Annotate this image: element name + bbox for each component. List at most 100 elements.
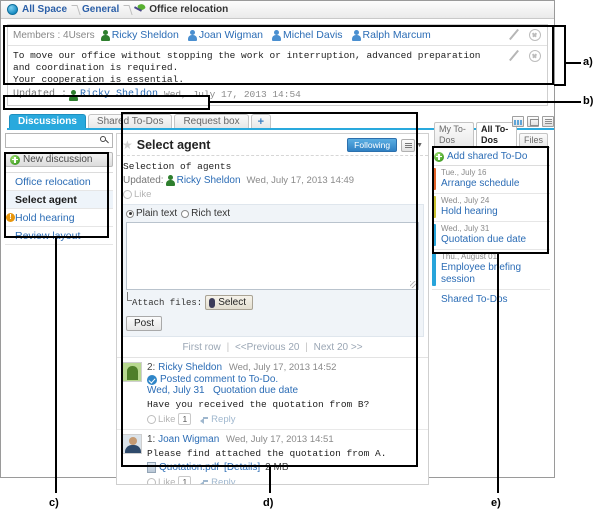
- tab-shared-todos[interactable]: Shared To-Dos: [87, 114, 173, 128]
- search-box[interactable]: [5, 133, 113, 148]
- comment-body: 1: Joan Wigman Wed, July 17, 2013 14:51 …: [147, 434, 423, 485]
- comment-reply-link[interactable]: Reply: [200, 477, 235, 484]
- space-info-box: Members : 4Users Ricky Sheldon Joan Wigm…: [7, 24, 548, 106]
- close-circle-icon[interactable]: [529, 29, 541, 41]
- user-icon: [69, 89, 79, 101]
- reply-arrow-icon: [200, 478, 209, 484]
- discussion-label: Select agent: [15, 193, 77, 206]
- breadcrumb: All Space General Office relocation: [1, 1, 554, 19]
- comment-like-label[interactable]: Like: [158, 477, 175, 485]
- discussion-item-office-relocation[interactable]: Office relocation: [5, 173, 113, 191]
- todo-item[interactable]: Thu., August 01 Employee briefing sessio…: [432, 250, 550, 290]
- discussion-item-hold-hearing[interactable]: ! Hold hearing: [5, 209, 113, 227]
- clip-icon: [209, 297, 216, 308]
- following-button[interactable]: Following: [347, 138, 398, 152]
- description-row: To move our office without stopping the …: [8, 45, 547, 105]
- comment-message: Have you received the quotation from B?: [147, 399, 370, 410]
- thread-updated-label: Updated:: [123, 175, 164, 186]
- new-discussion-button[interactable]: New discussion: [5, 152, 113, 167]
- radio-plain-label: Plain text: [136, 208, 178, 219]
- pin-icon: [134, 4, 146, 15]
- pager-previous[interactable]: <<Previous 20: [235, 342, 300, 353]
- comment-author[interactable]: Ricky Sheldon: [158, 362, 222, 373]
- comment-reply-link[interactable]: Reply: [200, 414, 235, 425]
- pencil-icon[interactable]: [508, 29, 520, 41]
- box-view-icon[interactable]: [527, 116, 539, 127]
- comment-todo-link[interactable]: Wed, July 31 Quotation due date: [147, 385, 423, 396]
- annotation-label-b: b): [583, 95, 594, 107]
- select-file-label: Select: [218, 297, 247, 308]
- discussion-item-select-agent[interactable]: Select agent: [5, 191, 113, 209]
- breadcrumb-office-relocation[interactable]: Office relocation: [132, 4, 233, 15]
- annotation-label-c: c): [49, 497, 59, 509]
- list-menu-icon[interactable]: [401, 138, 416, 152]
- breadcrumb-general[interactable]: General: [80, 4, 124, 15]
- alert-icon: !: [6, 213, 15, 222]
- search-icon[interactable]: [100, 136, 109, 145]
- member-chip[interactable]: Joan Wigman: [187, 29, 263, 41]
- updated-by[interactable]: Ricky Sheldon: [69, 89, 158, 101]
- select-file-button[interactable]: Select: [205, 295, 254, 310]
- add-shared-todo-label: Add shared To-Do: [447, 151, 528, 162]
- radio-plain-text[interactable]: Plain text: [126, 208, 177, 219]
- member-chip[interactable]: Ricky Sheldon: [100, 29, 179, 41]
- todo-item[interactable]: Wed., July 24 Hold hearing: [432, 194, 550, 222]
- comment-like-label[interactable]: Like: [158, 414, 175, 425]
- add-shared-todo-button[interactable]: Add shared To-Do: [432, 148, 550, 165]
- tab-request-box[interactable]: Request box: [174, 114, 249, 128]
- members-row: Members : 4Users Ricky Sheldon Joan Wigm…: [8, 25, 547, 45]
- tab-my-todos[interactable]: My To-Dos: [434, 122, 474, 147]
- breadcrumb-label: General: [82, 4, 120, 15]
- plus-circle-icon: [10, 154, 20, 165]
- breadcrumb-label: Office relocation: [149, 4, 229, 15]
- description-line: Your cooperation is essential.: [13, 74, 185, 85]
- pencil-icon[interactable]: [508, 50, 520, 62]
- plus-circle-icon: [434, 151, 444, 162]
- post-button[interactable]: Post: [126, 316, 163, 331]
- todo-color-bar: [432, 168, 436, 190]
- grid-view-icon[interactable]: [512, 116, 524, 127]
- todo-item[interactable]: Tue., July 16 Arrange schedule: [432, 166, 550, 194]
- tab-discussions[interactable]: Discussions: [9, 114, 86, 128]
- todo-item[interactable]: Wed., July 31 Quotation due date: [432, 222, 550, 250]
- attachment-name[interactable]: Quotation.pdf: [159, 462, 219, 473]
- thread-like-label: Like: [134, 189, 152, 200]
- member-chip[interactable]: Ralph Marcum: [351, 29, 431, 41]
- annotation-leader-a: [554, 25, 565, 27]
- member-chip[interactable]: Michel Davis: [272, 29, 343, 41]
- annotation-leader-b: [209, 101, 581, 103]
- thread-description: Selection of agents: [123, 161, 232, 172]
- thread-like-row[interactable]: Like: [123, 189, 422, 200]
- new-discussion-label: New discussion: [23, 154, 93, 165]
- comment-textarea[interactable]: [126, 222, 419, 290]
- attach-files-label: Attach files:: [132, 297, 203, 308]
- list-view-icon[interactable]: [542, 116, 554, 127]
- comment-timestamp: Wed, July 17, 2013 14:51: [226, 434, 334, 445]
- smiley-icon: [147, 414, 156, 424]
- add-tab-button[interactable]: +: [250, 114, 272, 128]
- pager-first-row[interactable]: First row: [182, 342, 220, 353]
- discussion-item-review-layout[interactable]: Review layout: [5, 227, 113, 245]
- comment-number: 1:: [147, 434, 156, 445]
- pager-next[interactable]: Next 20 >>: [314, 342, 363, 353]
- thread-updated-by[interactable]: Ricky Sheldon: [165, 175, 241, 186]
- radio-rich-text[interactable]: Rich text: [181, 208, 230, 219]
- tab-all-todos[interactable]: All To-Dos: [475, 122, 517, 147]
- breadcrumb-all-space[interactable]: All Space: [5, 4, 72, 15]
- attachment-details-link[interactable]: [Details]: [224, 462, 260, 473]
- comment-reply-label: Reply: [211, 413, 236, 425]
- discussion-label: Hold hearing: [15, 211, 75, 224]
- chevron-down-icon[interactable]: ▼: [416, 142, 423, 149]
- comment-author[interactable]: Joan Wigman: [158, 434, 219, 445]
- todo-list: Tue., July 16 Arrange schedule Wed., Jul…: [432, 165, 550, 290]
- breadcrumb-separator: [124, 4, 131, 16]
- star-icon[interactable]: ★: [122, 139, 133, 151]
- search-input[interactable]: [9, 134, 100, 147]
- close-circle-icon[interactable]: [529, 50, 541, 62]
- discussion-sidebar: New discussion Office relocation Select …: [5, 133, 113, 485]
- tab-files[interactable]: Files: [518, 133, 548, 147]
- shared-todos-link[interactable]: Shared To-Dos: [432, 290, 550, 305]
- todo-title: Arrange schedule: [441, 178, 520, 189]
- todo-notice-label: Posted comment to To-Do.: [160, 374, 279, 385]
- comment-number: 2:: [147, 362, 156, 373]
